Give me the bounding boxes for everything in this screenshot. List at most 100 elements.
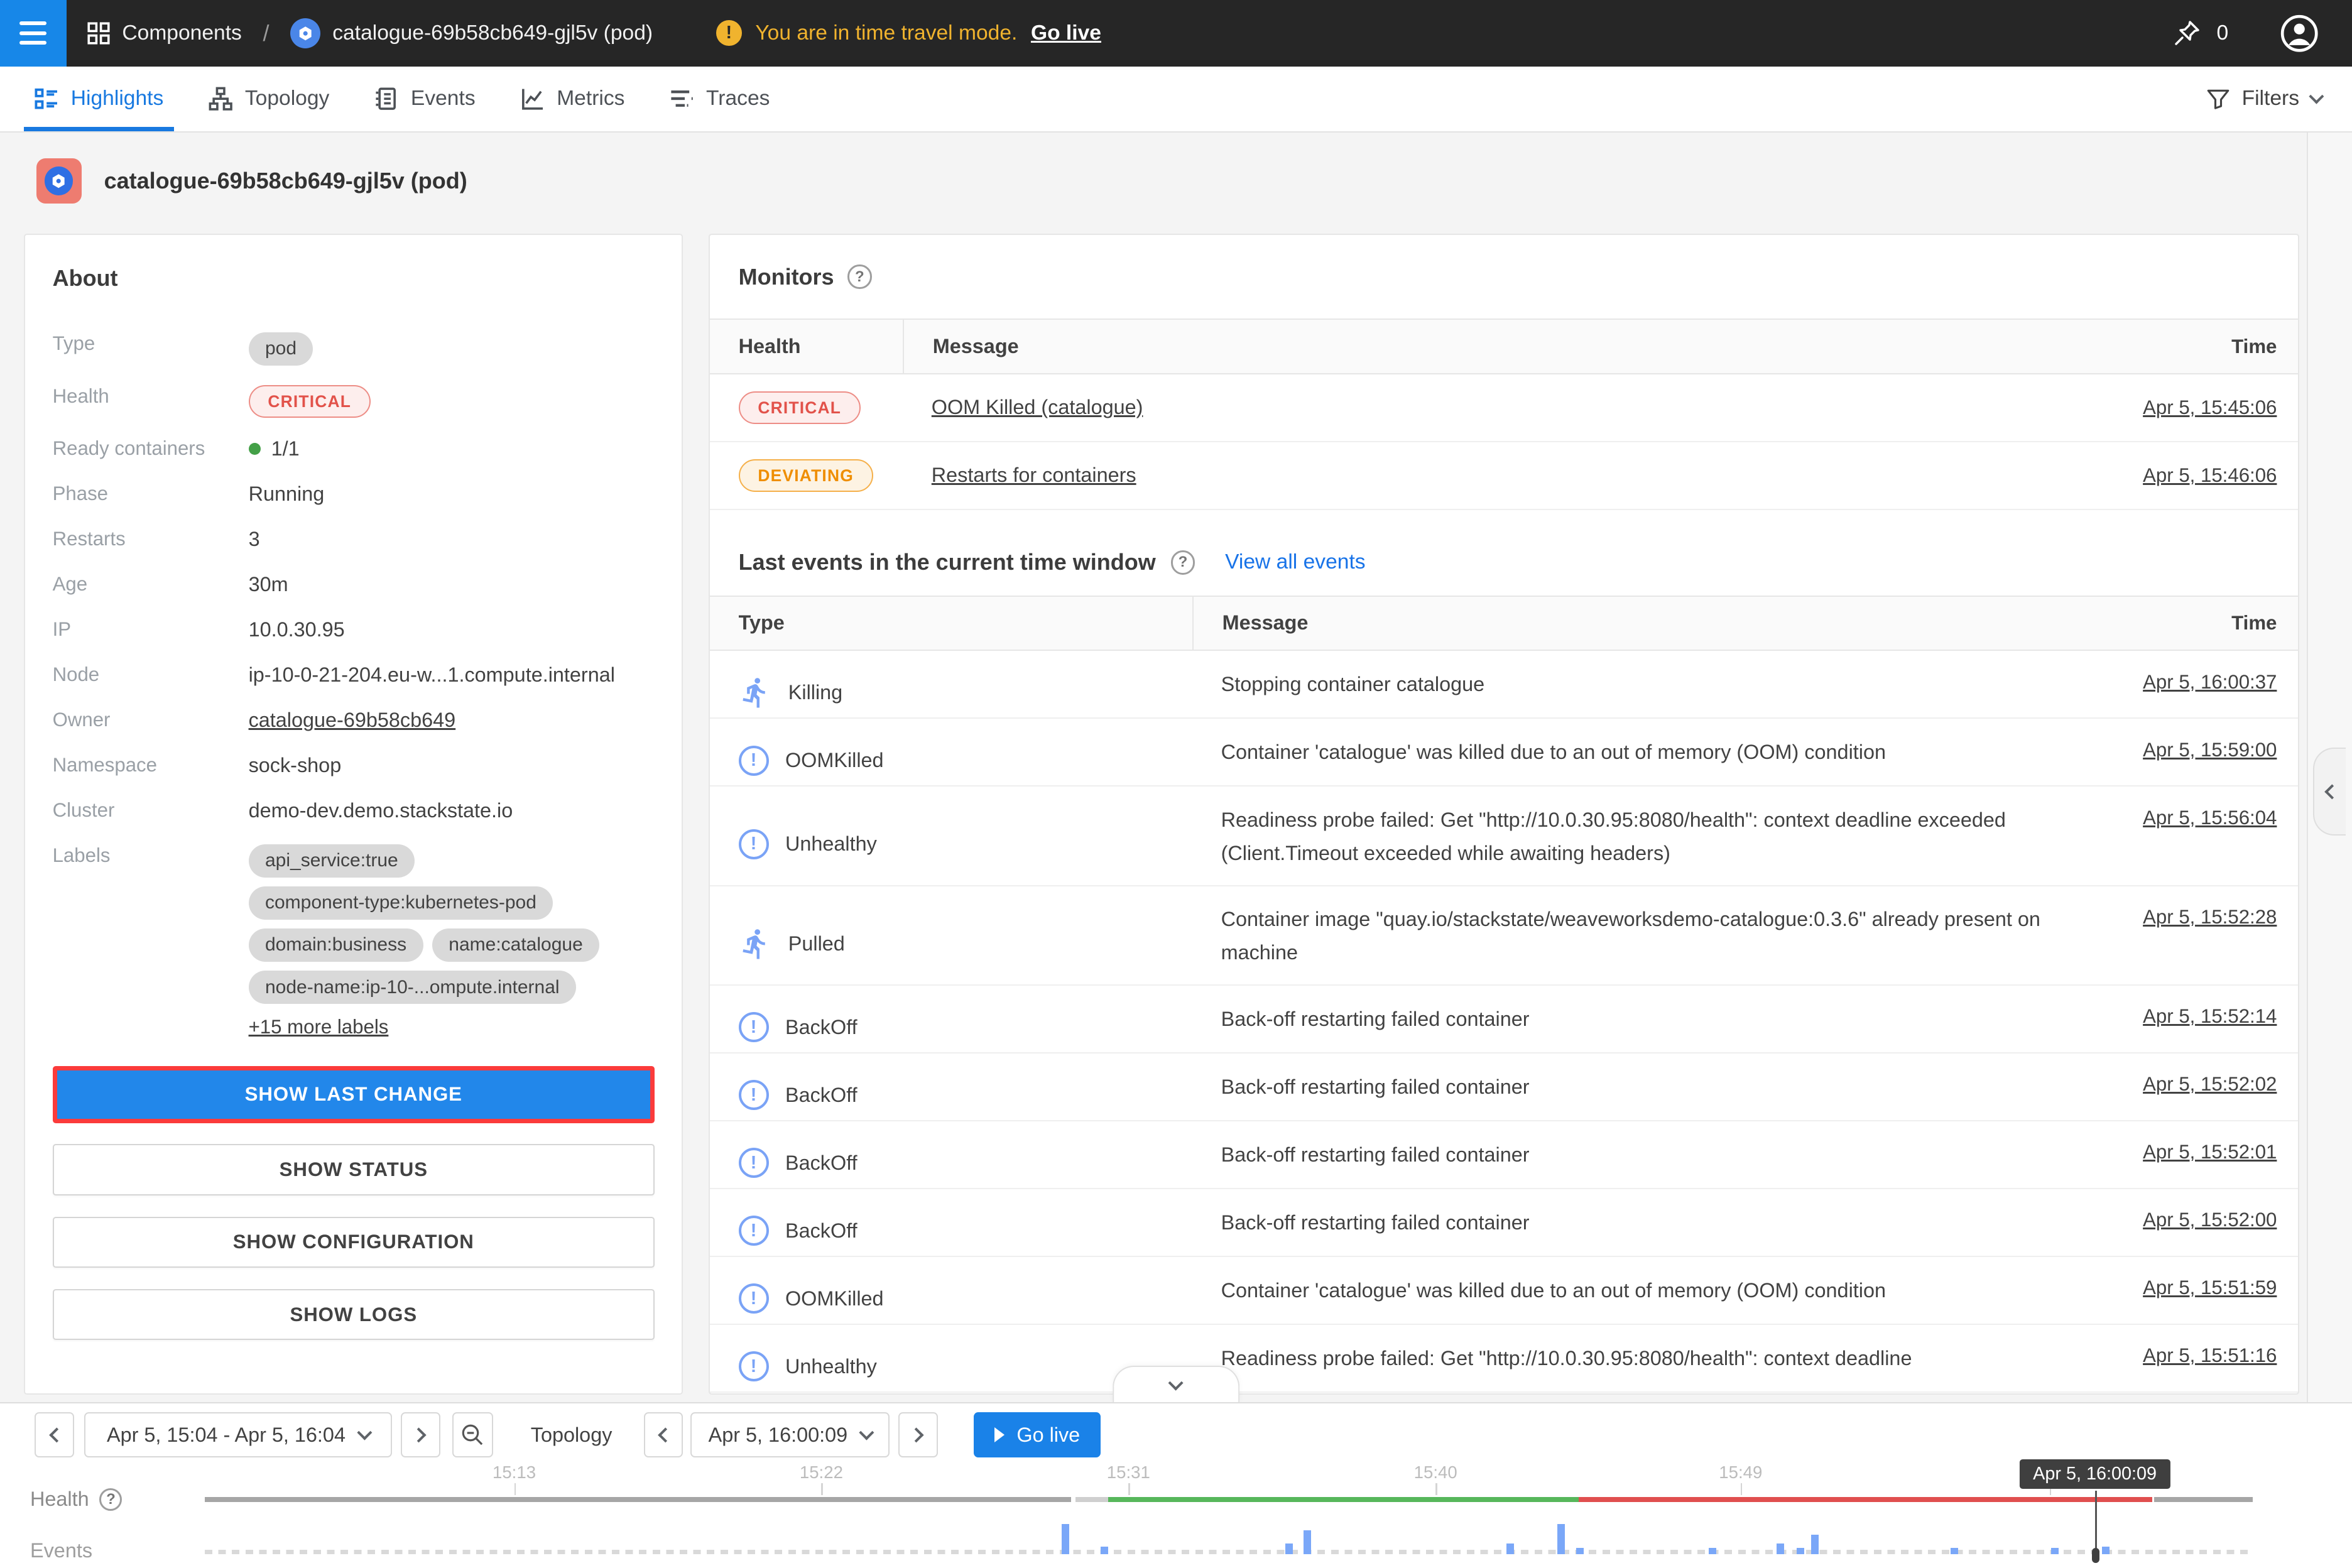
event-bar xyxy=(1304,1530,1311,1554)
tab-events[interactable]: Events xyxy=(352,67,498,132)
page-header: catalogue-69b58cb649-gjl5v (pod) xyxy=(36,158,467,204)
event-bar xyxy=(1557,1524,1565,1554)
owner-link[interactable]: catalogue-69b58cb649 xyxy=(249,709,456,732)
event-row: !BackOff Back-off restarting failed cont… xyxy=(710,1189,2298,1257)
event-time-link[interactable]: Apr 5, 15:52:01 xyxy=(2143,1141,2277,1163)
health-segment xyxy=(1108,1497,1579,1502)
time-travel-bar: Apr 5, 15:04 - Apr 5, 16:04 Topology Apr… xyxy=(0,1402,2352,1568)
tab-topology[interactable]: Topology xyxy=(186,67,352,132)
event-time-link[interactable]: Apr 5, 15:59:00 xyxy=(2143,739,2277,761)
event-row: Killing Stopping container catalogue Apr… xyxy=(710,651,2298,719)
pin-icon[interactable] xyxy=(2172,18,2202,48)
timeline-tick-label: 15:31 xyxy=(1107,1462,1150,1483)
event-row: !Unhealthy Readiness probe failed: Get "… xyxy=(710,787,2298,886)
filters-button[interactable]: Filters xyxy=(2207,67,2352,132)
ready-status-dot xyxy=(249,443,261,455)
help-icon[interactable]: ? xyxy=(99,1488,122,1511)
collapse-right-panel-handle[interactable] xyxy=(2313,748,2346,835)
event-bar xyxy=(1777,1544,1784,1554)
breadcrumb-components[interactable]: Components xyxy=(87,21,242,45)
label-pill: api_service:true xyxy=(249,844,415,878)
event-bar xyxy=(1576,1548,1584,1554)
tab-highlights[interactable]: Highlights xyxy=(12,67,186,132)
event-row: !BackOff Back-off restarting failed cont… xyxy=(710,1121,2298,1189)
monitor-health-badge: DEVIATING xyxy=(739,459,873,492)
timeline-tick-mark xyxy=(1741,1483,1742,1495)
breadcrumb-components-label: Components xyxy=(122,21,241,45)
label-pill: name:catalogue xyxy=(432,928,599,962)
warning-icon: ! xyxy=(716,20,742,46)
label-pill: component-type:kubernetes-pod xyxy=(249,886,553,920)
about-panel: About Typepod HealthCRITICAL Ready conta… xyxy=(24,234,683,1395)
monitor-row: DEVIATING Restarts for containers Apr 5,… xyxy=(710,442,2298,510)
event-time-link[interactable]: Apr 5, 16:00:37 xyxy=(2143,671,2277,693)
more-labels-link[interactable]: +15 more labels xyxy=(249,1016,653,1038)
label-pill: domain:business xyxy=(249,928,423,962)
event-time-link[interactable]: Apr 5, 15:52:00 xyxy=(2143,1209,2277,1231)
time-marker-handle[interactable] xyxy=(2092,1548,2099,1563)
tab-bar: Highlights Topology Events Metrics Trace… xyxy=(0,67,2352,133)
event-row: !OOMKilled Container 'catalogue' was kil… xyxy=(710,719,2298,787)
timeline-track[interactable]: 15:1315:2215:3115:4015:49Apr 5, 16:00:09 xyxy=(205,1403,2252,1568)
event-time-link[interactable]: Apr 5, 15:52:02 xyxy=(2143,1073,2277,1095)
time-travel-warning: ! You are in time travel mode. Go live xyxy=(716,20,1101,46)
app-window: Components / catalogue-69b58cb649-gjl5v … xyxy=(0,0,2352,1568)
events-baseline xyxy=(205,1550,2252,1554)
chevron-left-icon xyxy=(2325,784,2340,799)
event-bar xyxy=(1062,1524,1069,1554)
hamburger-menu-icon[interactable] xyxy=(0,0,67,67)
show-status-button[interactable]: SHOW STATUS xyxy=(53,1144,655,1195)
events-table-header: Type Message Time xyxy=(710,596,2298,651)
user-avatar[interactable] xyxy=(2280,14,2319,53)
health-segment xyxy=(1579,1497,2152,1502)
breadcrumb-entity[interactable]: catalogue-69b58cb649-gjl5v (pod) xyxy=(290,18,653,48)
monitor-time-link[interactable]: Apr 5, 15:46:06 xyxy=(2143,464,2277,486)
show-logs-button[interactable]: SHOW LOGS xyxy=(53,1289,655,1341)
alert-circle-icon: ! xyxy=(739,829,769,859)
event-bar xyxy=(1101,1547,1108,1554)
warning-text: You are in time travel mode. xyxy=(755,21,1017,45)
expand-timeline-button[interactable] xyxy=(1113,1366,1239,1402)
event-time-link[interactable]: Apr 5, 15:52:14 xyxy=(2143,1005,2277,1027)
highlights-panel: Monitors ? Health Message Time CRITICAL … xyxy=(709,234,2299,1395)
events-timeline-label: Events xyxy=(30,1539,92,1562)
event-time-link[interactable]: Apr 5, 15:52:28 xyxy=(2143,906,2277,928)
event-row: !OOMKilled Container 'catalogue' was kil… xyxy=(710,1257,2298,1325)
event-time-link[interactable]: Apr 5, 15:51:59 xyxy=(2143,1277,2277,1298)
type-badge: pod xyxy=(249,332,313,366)
event-bar xyxy=(2051,1548,2059,1554)
range-prev-button[interactable] xyxy=(35,1412,74,1457)
tab-traces[interactable]: Traces xyxy=(647,67,792,132)
alert-circle-icon: ! xyxy=(739,1148,769,1178)
chevron-down-icon xyxy=(2309,89,2324,104)
event-bar xyxy=(1285,1544,1293,1554)
grid-icon xyxy=(87,22,110,45)
monitors-title: Monitors xyxy=(739,264,834,290)
monitor-message-link[interactable]: Restarts for containers xyxy=(932,464,1136,487)
event-time-link[interactable]: Apr 5, 15:51:16 xyxy=(2143,1344,2277,1366)
event-bar xyxy=(1506,1544,1514,1554)
event-time-link[interactable]: Apr 5, 15:56:04 xyxy=(2143,807,2277,829)
alert-circle-icon: ! xyxy=(739,1012,769,1042)
event-bar xyxy=(1709,1548,1716,1554)
monitor-message-link[interactable]: OOM Killed (catalogue) xyxy=(932,396,1143,419)
help-icon[interactable]: ? xyxy=(847,264,871,288)
tab-metrics[interactable]: Metrics xyxy=(498,67,648,132)
event-row: !BackOff Back-off restarting failed cont… xyxy=(710,1054,2298,1121)
monitor-health-badge: CRITICAL xyxy=(739,391,861,424)
timeline-tick-label: 15:40 xyxy=(1414,1462,1457,1483)
view-all-events-link[interactable]: View all events xyxy=(1225,550,1365,574)
page-title: catalogue-69b58cb649-gjl5v (pod) xyxy=(104,168,467,194)
help-icon[interactable]: ? xyxy=(1171,550,1195,574)
timeline-tick-mark xyxy=(1435,1483,1437,1495)
go-live-link[interactable]: Go live xyxy=(1031,21,1101,45)
show-configuration-button[interactable]: SHOW CONFIGURATION xyxy=(53,1217,655,1268)
event-row: Pulled Container image "quay.io/stacksta… xyxy=(710,886,2298,986)
timeline-tick-mark xyxy=(514,1483,516,1495)
breadcrumb-separator: / xyxy=(263,20,269,46)
monitor-time-link[interactable]: Apr 5, 15:45:06 xyxy=(2143,396,2277,418)
show-last-change-button[interactable]: SHOW LAST CHANGE xyxy=(53,1066,655,1123)
alert-circle-icon: ! xyxy=(739,746,769,776)
time-marker-line[interactable] xyxy=(2095,1491,2098,1554)
monitor-row: CRITICAL OOM Killed (catalogue) Apr 5, 1… xyxy=(710,374,2298,442)
